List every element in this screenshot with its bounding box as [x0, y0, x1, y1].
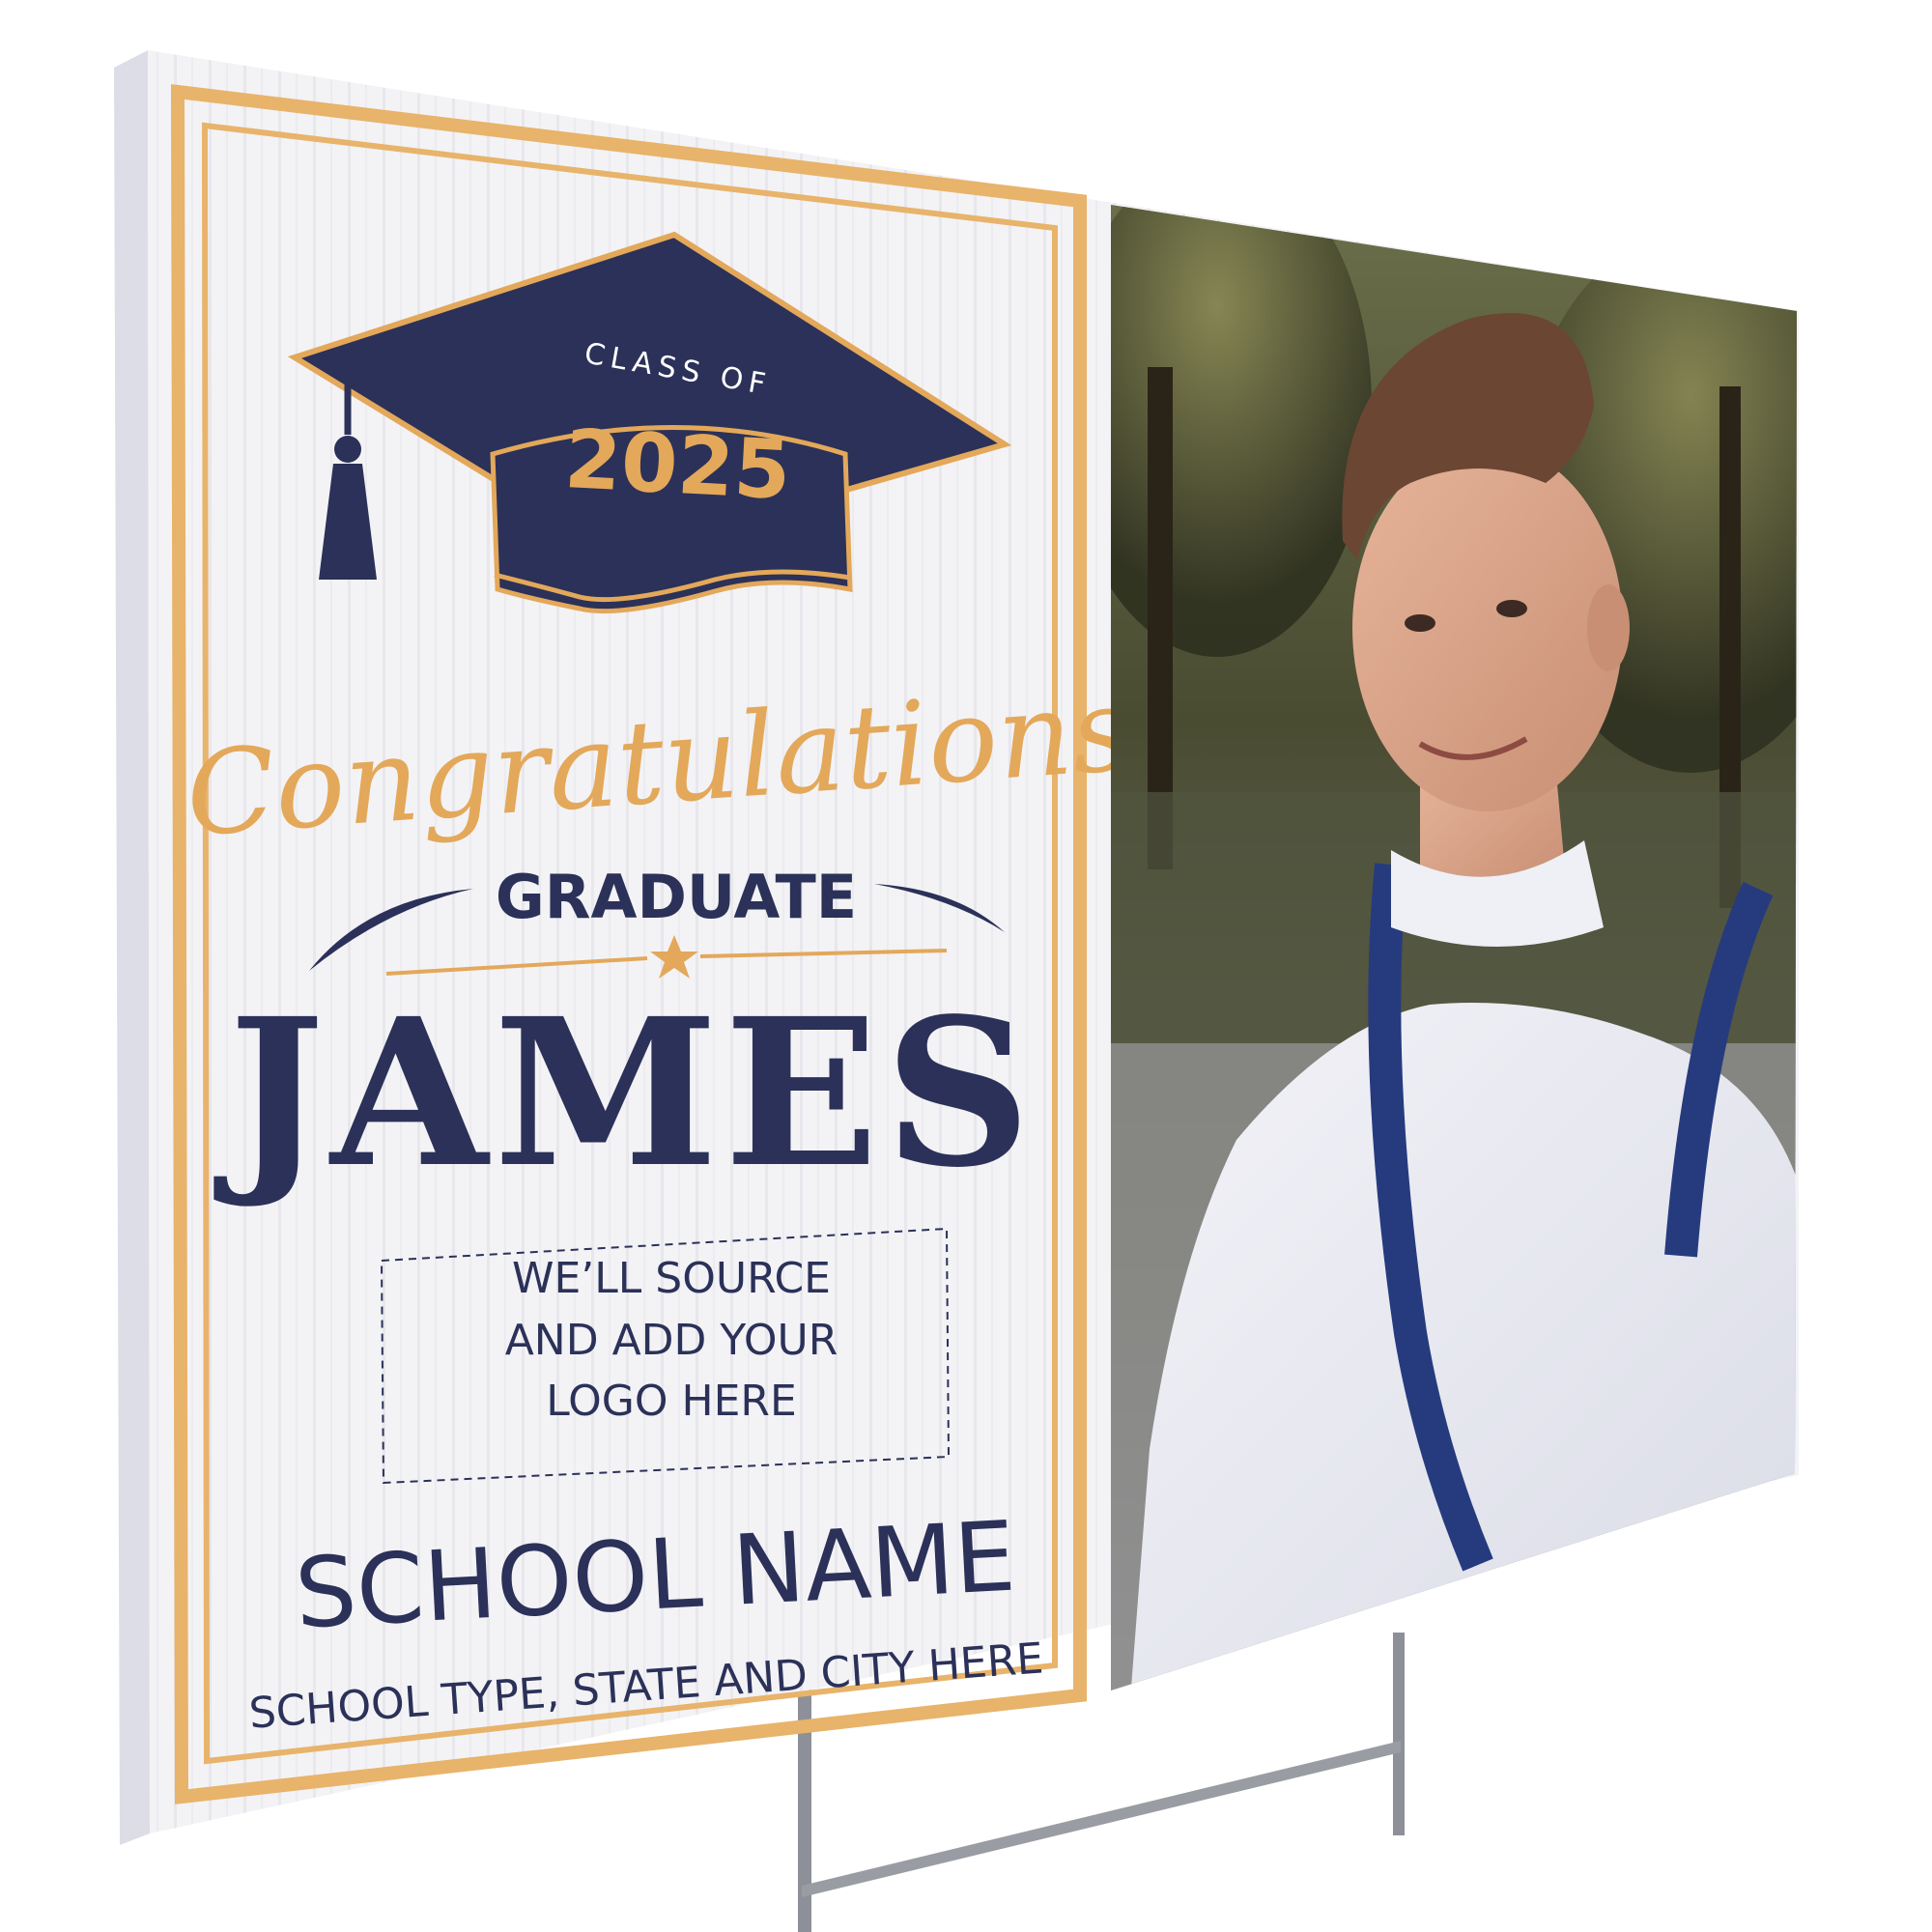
logo-line-2: AND ADD YOUR [505, 1316, 838, 1365]
cap-year: 2025 [562, 412, 793, 518]
yard-sign-scene: CLASS OF 2025 Congratulations GRADUATE J… [0, 0, 1932, 1932]
logo-line-3: LOGO HERE [546, 1377, 797, 1426]
logo-line-1: WE’LL SOURCE [512, 1254, 831, 1303]
yard-sign-svg: CLASS OF 2025 Congratulations GRADUATE J… [114, 50, 1799, 1932]
graduate-photo [1111, 205, 1797, 1690]
board-edge [114, 50, 150, 1845]
student-name: JAMES [213, 974, 1037, 1212]
graduate-label: GRADUATE [496, 862, 857, 932]
